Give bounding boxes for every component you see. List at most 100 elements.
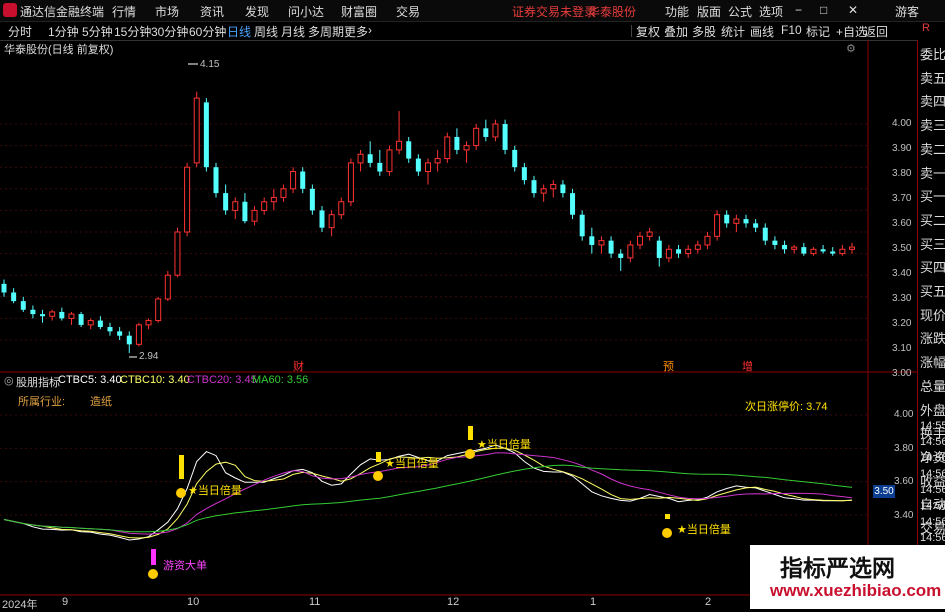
- maximize-icon[interactable]: □: [820, 3, 827, 17]
- next-limit-price: 次日涨停价: 3.74: [745, 401, 828, 413]
- menu-jiaoyi[interactable]: 交易: [396, 3, 420, 20]
- volume-bar-marker: [665, 514, 670, 519]
- indicator-toggle-icon[interactable]: ◎: [4, 374, 14, 387]
- btn-duogu[interactable]: 多股: [692, 23, 716, 40]
- candle-body: [521, 167, 527, 181]
- candle-body: [839, 248, 846, 255]
- menu-faxian[interactable]: 发现: [245, 3, 269, 20]
- candle-body: [126, 335, 132, 345]
- y-tick: 4.00: [892, 118, 912, 129]
- candle-body: [540, 188, 547, 194]
- panel-field-6[interactable]: 买一: [920, 186, 945, 205]
- candle-body: [502, 124, 508, 150]
- ind-y-tick: 3.40: [894, 510, 914, 521]
- panel-field-11[interactable]: 现价: [920, 305, 945, 324]
- candle-body: [762, 227, 768, 241]
- menu-zixun[interactable]: 资讯: [200, 3, 224, 20]
- chevron-right-icon[interactable]: ›: [368, 23, 372, 37]
- candle-body: [270, 196, 277, 203]
- main-gridlines: [0, 123, 868, 341]
- indicator-name[interactable]: 股朋指标: [16, 374, 60, 390]
- candle-body: [791, 246, 798, 250]
- panel-field-10[interactable]: 买五: [920, 281, 945, 300]
- x-label-jan: 1: [590, 596, 597, 608]
- period-more[interactable]: 更多: [344, 23, 368, 40]
- youzi-annotation: 游资大单: [163, 560, 207, 572]
- candle-body: [608, 240, 614, 254]
- event-yu-badge[interactable]: 预: [663, 358, 674, 374]
- panel-field-15[interactable]: 外盘: [920, 400, 945, 419]
- panel-time-3: 14:56: [920, 468, 945, 480]
- panel-field-9[interactable]: 买四: [920, 257, 945, 276]
- candle-body: [685, 248, 692, 255]
- settings-gear-icon[interactable]: ⚙: [846, 42, 856, 55]
- panel-time-0: 14:55: [920, 420, 945, 432]
- btn-fuquan[interactable]: 复权: [636, 23, 660, 40]
- panel-field-8[interactable]: 买三: [920, 234, 945, 253]
- period-daily[interactable]: 日线: [227, 23, 251, 40]
- panel-field-2[interactable]: 卖四: [920, 91, 945, 110]
- indicator-markers: [148, 426, 672, 579]
- chart-area[interactable]: [0, 40, 917, 609]
- btn-huaxian[interactable]: 画线: [750, 23, 774, 40]
- panel-field-0[interactable]: 委比: [920, 44, 945, 63]
- candle-body: [849, 246, 855, 250]
- candle-body: [694, 244, 701, 250]
- event-zeng-badge[interactable]: 增: [742, 358, 753, 374]
- ind-y-tick: 3.80: [894, 443, 914, 454]
- btn-diejia[interactable]: 叠加: [664, 23, 688, 40]
- quote-side-panel: R 委比 卖五 卖四 卖三 卖二 卖一 买一 买二 买三 买四 买五 现价 涨跌 涨幅 总量 外盘 换手 净资 收益…: [917, 22, 945, 609]
- candle-body: [59, 311, 65, 319]
- menu-caifuquan[interactable]: 财富圈: [341, 3, 377, 20]
- minimize-icon[interactable]: −: [795, 3, 802, 17]
- menu-shichang[interactable]: 市场: [155, 3, 179, 20]
- menu-hangqing[interactable]: 行情: [112, 3, 136, 20]
- period-multi[interactable]: 多周期: [308, 23, 344, 40]
- beiliang-annotation-1: ★当日倍量: [188, 485, 242, 497]
- panel-field-7[interactable]: 买二: [920, 210, 945, 229]
- candle-body: [11, 292, 17, 302]
- candle-body: [20, 301, 26, 310]
- panel-field-13[interactable]: 涨幅: [920, 352, 945, 371]
- btn-fanhui[interactable]: 返回: [864, 23, 888, 40]
- period-1min[interactable]: 1分钟: [48, 23, 79, 40]
- candle-body: [87, 320, 94, 326]
- menu-gongshi[interactable]: 公式: [728, 3, 752, 20]
- guest-label[interactable]: 游客: [895, 3, 919, 20]
- period-monthly[interactable]: 月线: [281, 23, 305, 40]
- menu-wenxiaoda[interactable]: 问小达: [288, 3, 324, 20]
- menu-gongneng[interactable]: 功能: [665, 3, 689, 20]
- event-cai-badge[interactable]: 财: [293, 358, 304, 374]
- panel-field-5[interactable]: 卖一: [920, 163, 945, 182]
- candle-body: [550, 183, 557, 190]
- candle-body: [714, 214, 721, 237]
- candle-body: [203, 102, 209, 168]
- panel-field-14[interactable]: 总量: [920, 376, 945, 395]
- panel-field-1[interactable]: 卖五: [920, 68, 945, 87]
- volume-bar-marker: [376, 452, 381, 462]
- candle-body: [810, 248, 817, 255]
- period-weekly[interactable]: 周线: [254, 23, 278, 40]
- btn-tongji[interactable]: 统计: [721, 23, 745, 40]
- period-15min[interactable]: 15分钟: [114, 23, 151, 40]
- panel-field-3[interactable]: 卖三: [920, 115, 945, 134]
- panel-field-4[interactable]: 卖二: [920, 139, 945, 158]
- menu-banmian[interactable]: 版面: [697, 3, 721, 20]
- candle-body: [801, 247, 807, 254]
- panel-r-marker[interactable]: R: [922, 22, 930, 34]
- close-icon[interactable]: ✕: [848, 3, 858, 17]
- candle-body: [290, 171, 297, 190]
- period-fenshi[interactable]: 分时: [8, 23, 32, 40]
- period-5min[interactable]: 5分钟: [82, 23, 113, 40]
- candle-body: [40, 314, 46, 317]
- btn-f10[interactable]: F10: [781, 23, 802, 37]
- menu-xuanxiang[interactable]: 选项: [759, 3, 783, 20]
- btn-zixuan[interactable]: +自选: [836, 23, 867, 40]
- period-30min[interactable]: 30分钟: [151, 23, 188, 40]
- login-warning[interactable]: 证券交易未登录: [512, 3, 596, 20]
- period-60min[interactable]: 60分钟: [189, 23, 226, 40]
- candle-body: [223, 193, 229, 211]
- panel-field-12[interactable]: 涨跌: [920, 328, 945, 347]
- btn-biaoji[interactable]: 标记: [806, 23, 830, 40]
- candle-body: [49, 311, 56, 317]
